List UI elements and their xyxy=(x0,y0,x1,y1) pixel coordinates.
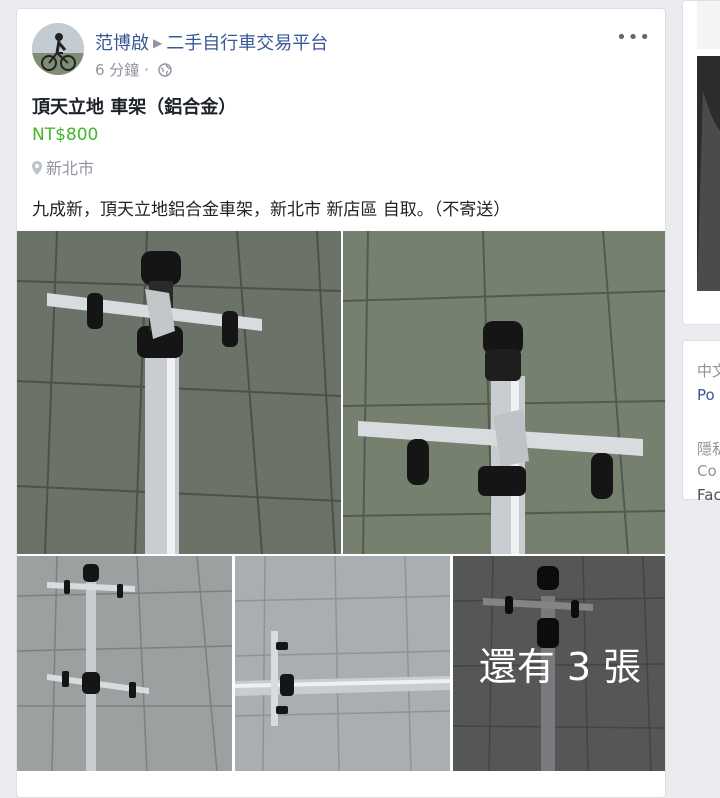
sidebar-facebook-copyright: Fac xyxy=(697,486,720,504)
more-photos-overlay[interactable]: 還有 3 張 xyxy=(453,556,665,771)
sidebar-language-current: 中文 xyxy=(697,362,720,380)
listing-price: NT$800 xyxy=(32,125,99,145)
post-header: 范博啟 ▶ 二手自行車交易平台 xyxy=(95,29,328,55)
listing-photo-2[interactable] xyxy=(343,231,665,554)
listing-photo-5-more[interactable]: 還有 3 張 xyxy=(453,556,665,771)
marketplace-post-card: 范博啟 ▶ 二手自行車交易平台 6 分鐘 · ••• 頂天立地 車架（鋁合金） NT… xyxy=(16,8,666,798)
listing-title: 頂天立地 車架（鋁合金） xyxy=(32,97,237,118)
post-timestamp-link[interactable]: 6 分鐘 xyxy=(95,61,139,79)
listing-photo-4[interactable] xyxy=(235,556,450,771)
cyclist-avatar-image xyxy=(32,23,84,75)
listing-description: 九成新，頂天立地鋁合金車架，新北市 新店區 自取。（不寄送） xyxy=(32,200,511,220)
post-meta: 6 分鐘 · xyxy=(95,59,172,81)
group-name-link[interactable]: 二手自行車交易平台 xyxy=(166,33,328,54)
listing-photo-3[interactable] xyxy=(17,556,232,771)
sidebar-ad-image xyxy=(683,1,720,324)
author-name-link[interactable]: 范博啟 xyxy=(95,33,149,54)
sidebar-ad-card[interactable] xyxy=(682,0,720,325)
listing-location: 新北市 xyxy=(32,155,94,179)
globe-icon xyxy=(157,63,172,81)
sidebar-privacy-link[interactable]: 隱私 xyxy=(697,438,720,459)
more-options-icon[interactable]: ••• xyxy=(616,27,651,48)
location-text: 新北市 xyxy=(46,159,95,178)
meta-separator: · xyxy=(144,61,149,79)
author-avatar[interactable] xyxy=(32,23,84,75)
sidebar-language-link[interactable]: Po xyxy=(697,386,715,404)
listing-photo-1[interactable] xyxy=(17,231,341,554)
sidebar-cookies-link[interactable]: Co xyxy=(697,462,717,480)
caret-right-icon: ▶ xyxy=(153,36,163,50)
location-pin-icon xyxy=(32,160,42,179)
